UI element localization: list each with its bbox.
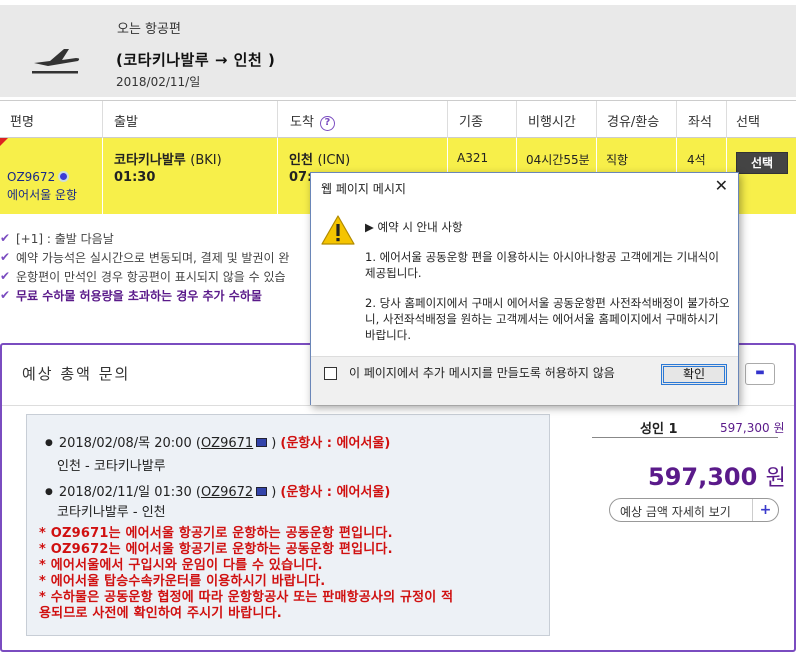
arrival-time: 07:	[289, 170, 313, 185]
flight-operator: 에어서울 운항	[7, 188, 78, 202]
document-icon[interactable]	[256, 487, 268, 496]
col-aircraft: 기종	[459, 115, 483, 130]
plane-icon	[32, 49, 80, 74]
itinerary-box: ● 2018/02/08/목 20:00 (OZ9671) (운항사 : 에어서울…	[26, 414, 550, 636]
checkmark-icon: ✔	[0, 269, 11, 283]
segment-1: ● 2018/02/08/목 20:00 (OZ9671) (운항사 : 에어서울…	[45, 436, 391, 451]
flight-number[interactable]: OZ9672	[7, 170, 70, 184]
checkmark-icon: ✔	[0, 250, 11, 264]
flight-link[interactable]: OZ9672	[201, 485, 253, 500]
col-duration: 비행시간	[528, 115, 576, 130]
adult-label: 성인 1	[640, 422, 678, 437]
checkmark-icon: ✔	[0, 288, 11, 302]
list-item: ✔ 예약 가능석은 실시간으로 변동되며, 결제 및 발권이 완	[0, 250, 290, 265]
dialog-footer: 이 페이지에서 추가 메시지를 만들도록 허용하지 않음 확인	[311, 356, 738, 405]
help-icon[interactable]: ?	[319, 116, 335, 131]
document-icon[interactable]	[256, 438, 268, 447]
header-date: 2018/02/11/일	[116, 75, 201, 89]
checkmark-icon: ✔	[0, 231, 11, 245]
header-label: 오는 항공편	[117, 22, 181, 37]
col-select: 선택	[736, 115, 760, 130]
adult-amount: 597,300 원	[720, 421, 785, 435]
notes-list: ✔ [+1] : 출발 다음날 ✔ 예약 가능석은 실시간으로 변동되며, 결제 및…	[0, 230, 289, 306]
dialog-message: ▶ 예약 시 안내 사항 1. 에어서울 공동운항 편을 이용하시는 아시아나항…	[365, 219, 731, 357]
flight-link[interactable]: OZ9671	[201, 436, 253, 451]
list-item: ✔ [+1] : 출발 다음날	[0, 231, 114, 246]
plus-icon[interactable]: +	[752, 499, 778, 521]
total-amount: 597,300 원	[648, 463, 786, 491]
fare-detail-button[interactable]: 예상 금액 자세히 보기 +	[609, 498, 779, 522]
segment-2-route: 코타키나발루 - 인천	[57, 505, 166, 520]
warning-line: 용되므로 사전에 확인하여 주시기 바랍니다.	[39, 606, 282, 621]
header-route: (코타키나발루 → 인천 )	[116, 51, 276, 69]
aircraft-type: A321	[457, 151, 489, 165]
col-departure: 출발	[114, 115, 138, 130]
departure-time: 01:30	[114, 170, 156, 185]
dialog-title: 웹 페이지 메시지	[321, 182, 406, 196]
segment-2: ● 2018/02/11/일 01:30 (OZ9672) (운항사 : 에어서울…	[45, 485, 391, 500]
flight-table-header: 편명 출발 도착? 기종 비행시간 경유/환승 좌석 선택	[0, 100, 796, 138]
dialog-paragraph-1: 1. 에어서울 공동운항 편을 이용하시는 아시아나항공 고객에게는 기내식이 …	[365, 250, 719, 280]
list-item: ✔ 운항편이 만석인 경우 항공편이 표시되지 않을 수 있습	[0, 269, 286, 284]
flight-info-icon[interactable]	[58, 171, 70, 182]
list-item: ✔ 무료 수하물 허용량을 초과하는 경우 추가 수하물	[0, 288, 262, 303]
return-flight-header: 오는 항공편 (코타키나발루 → 인천 ) 2018/02/11/일	[0, 5, 796, 97]
warning-icon	[321, 215, 355, 245]
row-marker	[0, 138, 8, 146]
col-stops: 경유/환승	[607, 115, 660, 130]
select-button[interactable]: 선택	[736, 152, 788, 174]
flight-duration: 04시간55분	[526, 153, 590, 167]
ok-button[interactable]: 확인	[661, 364, 727, 385]
segment-1-route: 인천 - 코타키나발루	[57, 459, 166, 474]
close-icon[interactable]: ✕	[715, 176, 728, 195]
fare-detail-label: 예상 금액 자세히 보기	[620, 505, 731, 519]
fare-toggle-button[interactable]: ▬	[745, 363, 775, 385]
suppress-messages-checkbox[interactable]	[324, 367, 337, 380]
departure-city: 코타키나발루 (BKI)	[114, 153, 222, 168]
suppress-messages-label[interactable]: 이 페이지에서 추가 메시지를 만들도록 허용하지 않음	[349, 365, 619, 381]
fare-title: 예상 총액 문의	[22, 365, 131, 383]
arrival-city: 인천 (ICN)	[289, 153, 351, 168]
col-seats: 좌석	[688, 115, 712, 130]
dialog-paragraph-2: 2. 당사 홈페이지에서 구매시 에어서울 공동운항편 사전좌석배정이 불가하오…	[365, 296, 730, 342]
seats-available: 4석	[687, 153, 706, 167]
col-arrival: 도착?	[290, 111, 335, 131]
stops: 직항	[606, 153, 629, 167]
col-flight: 편명	[10, 115, 34, 130]
web-page-message-dialog: 웹 페이지 메시지 ✕ ▶ 예약 시 안내 사항 1. 에어서울 공동운항 편을…	[310, 172, 739, 405]
dialog-heading: ▶ 예약 시 안내 사항	[365, 220, 463, 234]
